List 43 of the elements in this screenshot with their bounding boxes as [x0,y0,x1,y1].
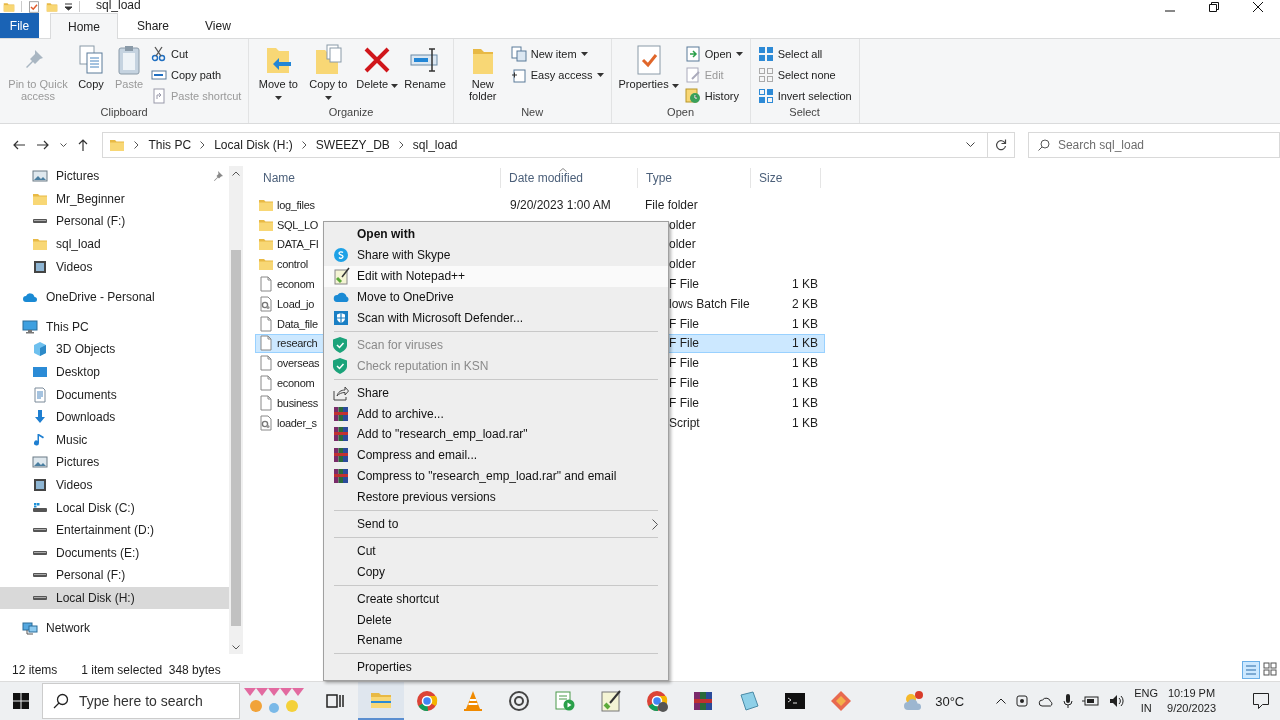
file-type: older [669,217,696,232]
search-placeholder: Search sql_load [1057,138,1144,152]
file-size: 1 KB [792,376,818,391]
selection-info: 1 item selected 348 bytes [81,663,221,677]
file-type: F File [669,356,699,371]
file-type: older [669,237,696,252]
group-label: Organize [328,106,374,120]
file-name: overseas [277,357,320,370]
group-label: Select [789,106,820,120]
file-name: DATA_FI [277,238,319,251]
file-name: business [277,396,318,409]
file-size: 1 KB [792,277,818,292]
file-type: F File [669,277,699,292]
file-size: 1 KB [792,395,818,410]
file-type: F File [669,316,699,331]
item-count: 12 items [12,663,58,677]
file-name: loader_s [277,416,317,429]
file-type: F File [669,376,699,391]
file-size: 1 KB [792,415,818,430]
file-name: log_files [277,198,315,211]
group-label: Clipboard [100,106,148,120]
date-modified: 9/20/2023 1:00 AM [510,197,611,212]
file-type: older [669,257,696,272]
file-type: File folder [645,197,698,212]
search-placeholder: Type here to search [79,693,203,709]
file-type: Script [669,415,700,430]
file-type: F File [669,336,699,351]
file-name: Data_file [277,317,318,330]
window-title: sql_load [96,0,141,11]
file-size: 1 KB [792,356,818,371]
file-type: F File [669,395,699,410]
file-name: control [277,258,308,271]
file-name: SQL_LO [277,218,318,231]
file-size: 2 KB [792,296,818,311]
file-type: lows Batch File [669,296,750,311]
group-label: Open [667,106,695,120]
file-name: econom [277,377,315,390]
file-size: 1 KB [792,336,818,351]
file-size: 1 KB [792,316,818,331]
group-label: New [521,106,544,120]
file-name: econom [277,278,315,291]
file-name: research [277,337,318,350]
file-name: Load_jo [277,297,315,310]
